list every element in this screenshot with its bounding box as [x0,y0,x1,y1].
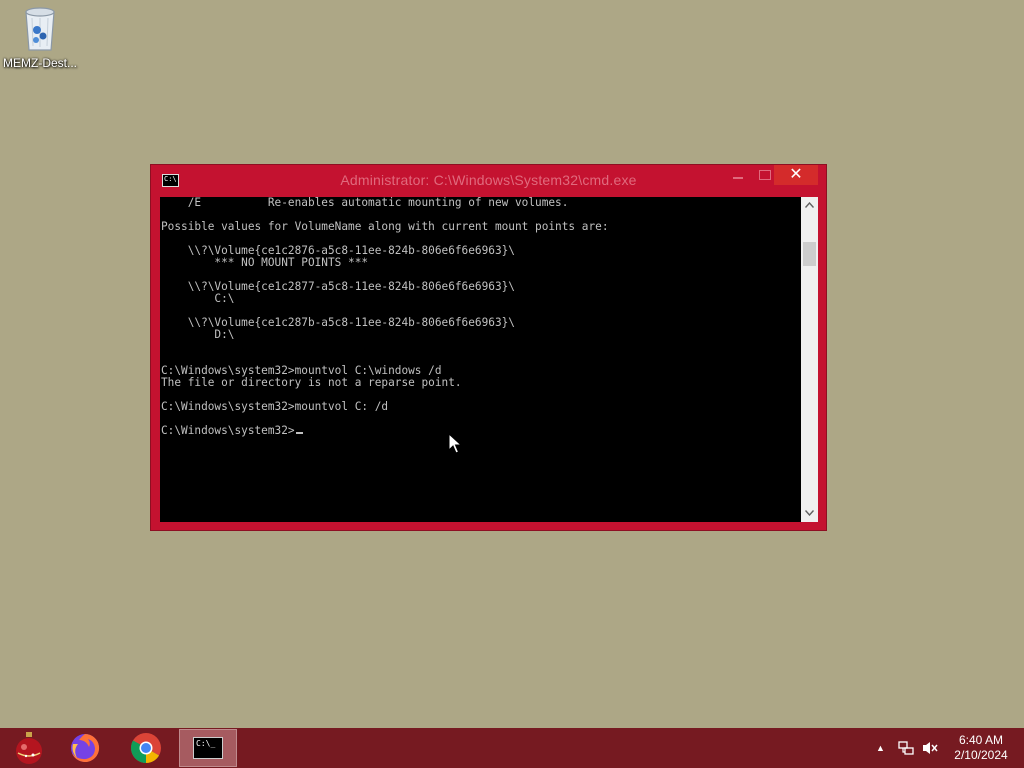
ornament-icon [16,732,42,764]
desktop-icon-memz[interactable]: MEMZ-Dest... [2,4,78,74]
console-output[interactable]: /E Re-enables automatic mounting of new … [160,197,801,522]
clock-time: 6:40 AM [958,733,1004,747]
system-clock[interactable]: 6:40 AM 2/10/2024 [946,733,1016,763]
volume-tray-button[interactable] [922,728,938,768]
console-text: /E Re-enables automatic mounting of new … [161,197,609,437]
mouse-pointer-icon [448,433,462,454]
taskbar: C:\_ ▲ 6:40 AM 2/10/2024 [0,728,1024,768]
network-tray-button[interactable] [898,728,914,768]
scroll-down-button[interactable] [801,505,818,522]
firefox-icon [71,733,100,762]
clock-date: 2/10/2024 [954,748,1008,762]
show-hidden-icons-button[interactable]: ▲ [876,728,885,768]
minimize-button[interactable] [725,165,751,185]
chevron-up-icon: ▲ [876,743,885,753]
cmd-icon: C:\_ [193,737,223,759]
taskbar-chrome[interactable] [117,729,175,767]
close-icon: ✕ [789,166,803,183]
chevron-down-icon [804,510,815,517]
scroll-up-button[interactable] [801,197,818,214]
chevron-up-icon [804,201,815,208]
taskbar-cmd[interactable]: C:\_ [179,729,237,767]
text-cursor [295,432,303,434]
taskbar-firefox[interactable] [56,729,114,767]
scroll-thumb[interactable] [803,242,816,266]
title-bar[interactable]: C:\ Administrator: C:\Windows\System32\c… [151,165,826,196]
start-button[interactable] [0,729,58,767]
desktop-icon-label: MEMZ-Dest... [3,56,77,70]
recycle-bin-icon [25,7,55,51]
close-button[interactable]: ✕ [774,165,818,185]
chrome-icon [130,733,161,763]
speaker-muted-icon [923,742,938,754]
network-icon [898,741,914,755]
vertical-scrollbar[interactable] [801,197,818,522]
cmd-window[interactable]: C:\ Administrator: C:\Windows\System32\c… [150,164,827,531]
